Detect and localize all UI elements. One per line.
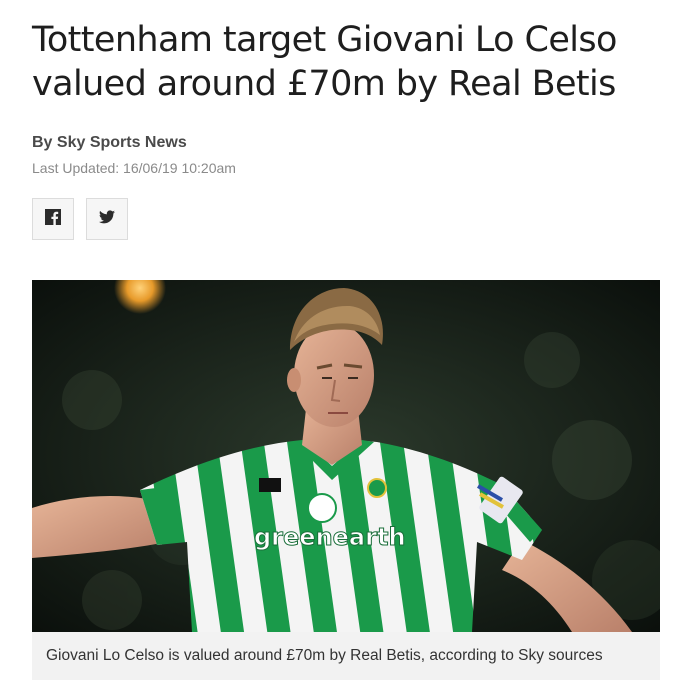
jersey-sponsor-text: greenearth — [254, 523, 406, 551]
twitter-icon — [99, 209, 115, 229]
image-caption: Giovani Lo Celso is valued around £70m b… — [32, 632, 660, 680]
share-facebook-button[interactable] — [32, 198, 74, 240]
image-caption-text: Giovani Lo Celso is valued around £70m b… — [46, 647, 603, 664]
article-headline: Tottenham target Giovani Lo Celso valued… — [32, 20, 617, 104]
last-updated-timestamp: Last Updated: 16/06/19 10:20am — [32, 160, 236, 176]
facebook-icon — [45, 208, 61, 230]
share-twitter-button[interactable] — [86, 198, 128, 240]
article-hero-image: greenearth — [32, 280, 660, 632]
article-byline: By Sky Sports News — [32, 134, 187, 151]
